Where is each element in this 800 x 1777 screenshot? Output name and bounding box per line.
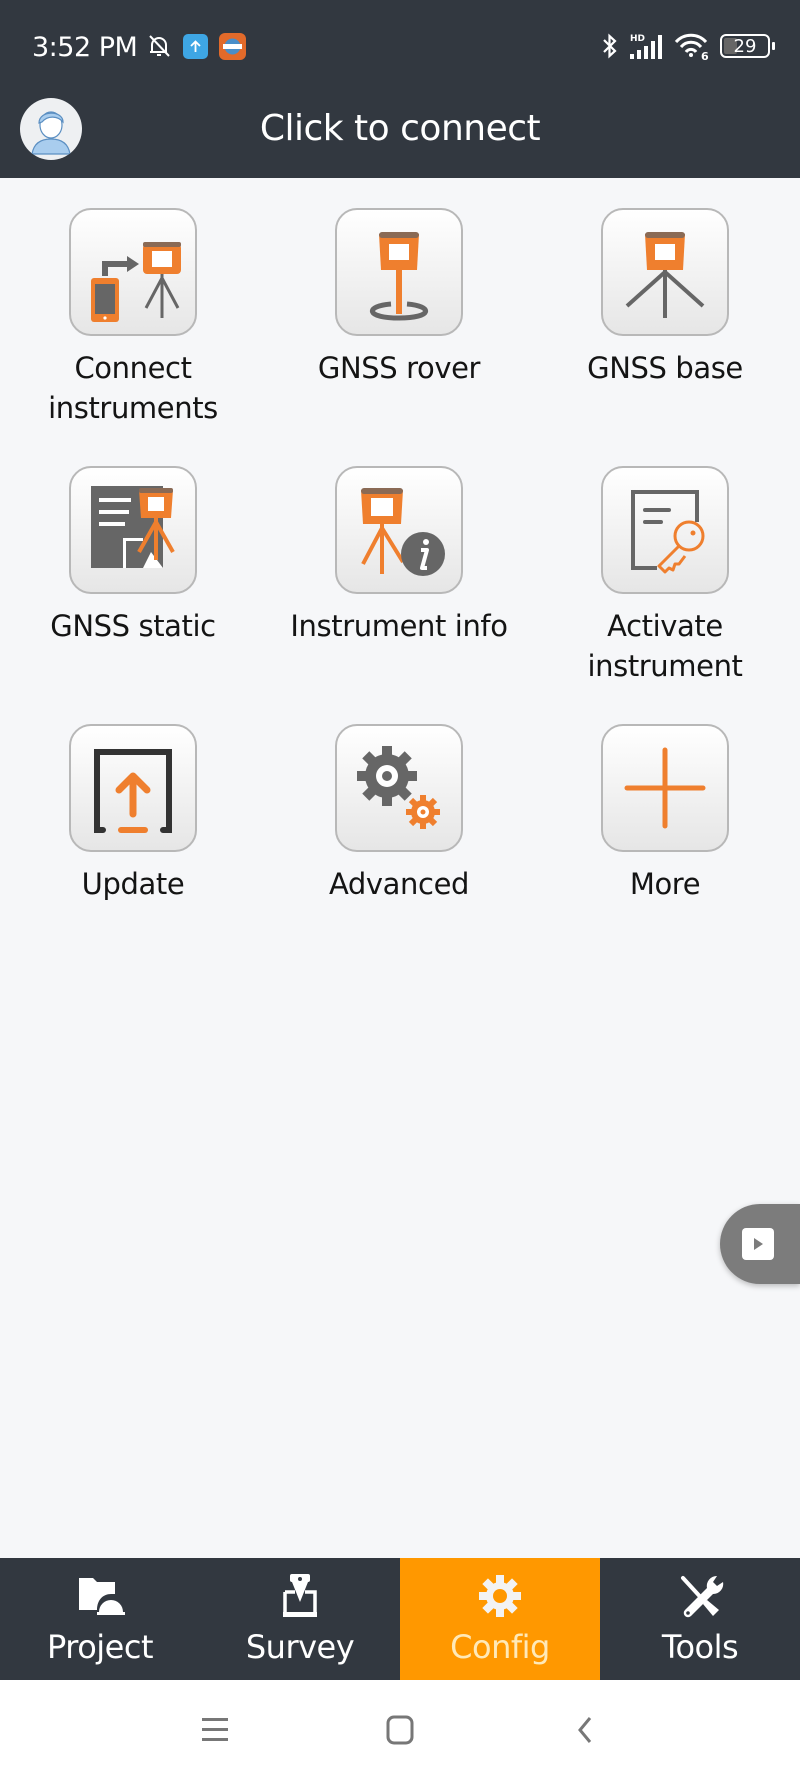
instrument-info-icon bbox=[335, 466, 463, 594]
app-header[interactable]: Click to connect bbox=[0, 90, 800, 178]
nav-label: Project bbox=[47, 1628, 153, 1666]
tile-label: GNSS base bbox=[587, 351, 743, 385]
gears-icon bbox=[335, 724, 463, 852]
bluetooth-icon bbox=[603, 33, 617, 59]
nav-label: Config bbox=[450, 1628, 550, 1666]
tile-label: Instrument info bbox=[290, 609, 508, 643]
tile-gnss-base[interactable]: GNSS base bbox=[532, 208, 798, 388]
update-upload-icon bbox=[69, 724, 197, 852]
tools-icon bbox=[681, 1575, 724, 1618]
tile-activate-instrument[interactable]: Activate instrument bbox=[532, 466, 798, 686]
nav-label: Tools bbox=[661, 1628, 739, 1666]
plus-icon bbox=[601, 724, 729, 852]
gnss-base-icon bbox=[601, 208, 729, 336]
play-icon bbox=[742, 1228, 774, 1260]
chcnav-app-icon bbox=[219, 33, 246, 60]
battery-level: 29 bbox=[733, 35, 757, 57]
bottom-nav: Project Survey Config Tools bbox=[0, 1558, 800, 1680]
tile-label: Connect instruments bbox=[48, 351, 218, 425]
home-icon[interactable] bbox=[380, 1710, 420, 1750]
tile-update[interactable]: Update bbox=[0, 724, 266, 904]
tile-more[interactable]: More bbox=[532, 724, 798, 904]
wifi-6-icon: 6 bbox=[674, 33, 709, 61]
system-nav-bar bbox=[0, 1680, 800, 1777]
back-icon[interactable] bbox=[565, 1710, 605, 1750]
tile-label: Activate instrument bbox=[587, 609, 743, 683]
gnss-rover-icon bbox=[335, 208, 463, 336]
nav-tab-survey[interactable]: Survey bbox=[200, 1558, 400, 1680]
battery-icon: 29 bbox=[720, 34, 775, 58]
nav-label: Survey bbox=[245, 1628, 355, 1666]
bell-off-icon bbox=[149, 35, 170, 57]
tile-label: More bbox=[629, 867, 701, 901]
upload-app-icon bbox=[183, 34, 208, 59]
tile-instrument-info[interactable]: Instrument info bbox=[266, 466, 532, 646]
hd-signal-icon: HD bbox=[630, 34, 662, 59]
connect-title[interactable]: Click to connect bbox=[0, 108, 800, 149]
svg-text:HD: HD bbox=[630, 34, 645, 44]
floating-video-button[interactable] bbox=[720, 1204, 800, 1284]
tile-label: GNSS static bbox=[50, 609, 216, 643]
tile-label: Advanced bbox=[328, 867, 470, 901]
gnss-static-icon bbox=[69, 466, 197, 594]
tile-gnss-static[interactable]: GNSS static bbox=[0, 466, 266, 646]
connect-instruments-icon bbox=[69, 208, 197, 336]
tile-advanced[interactable]: Advanced bbox=[266, 724, 532, 904]
svg-text:6: 6 bbox=[701, 50, 709, 61]
nav-tab-config[interactable]: Config bbox=[400, 1558, 600, 1680]
nav-tab-tools[interactable]: Tools bbox=[600, 1558, 800, 1680]
activate-key-icon bbox=[601, 466, 729, 594]
status-bar: 3:52 PM HD 6 29 bbox=[0, 0, 800, 90]
tile-gnss-rover[interactable]: GNSS rover bbox=[266, 208, 532, 388]
nav-tab-project[interactable]: Project bbox=[0, 1558, 200, 1680]
config-gear-icon bbox=[479, 1575, 521, 1617]
project-folder-icon bbox=[79, 1578, 125, 1615]
tile-label: Update bbox=[81, 867, 185, 901]
tile-connect-instruments[interactable]: Connect instruments bbox=[0, 208, 266, 428]
tile-label: GNSS rover bbox=[317, 351, 481, 385]
recents-menu-icon[interactable] bbox=[195, 1710, 235, 1750]
survey-icon bbox=[283, 1574, 317, 1617]
status-time: 3:52 PM bbox=[32, 32, 138, 63]
